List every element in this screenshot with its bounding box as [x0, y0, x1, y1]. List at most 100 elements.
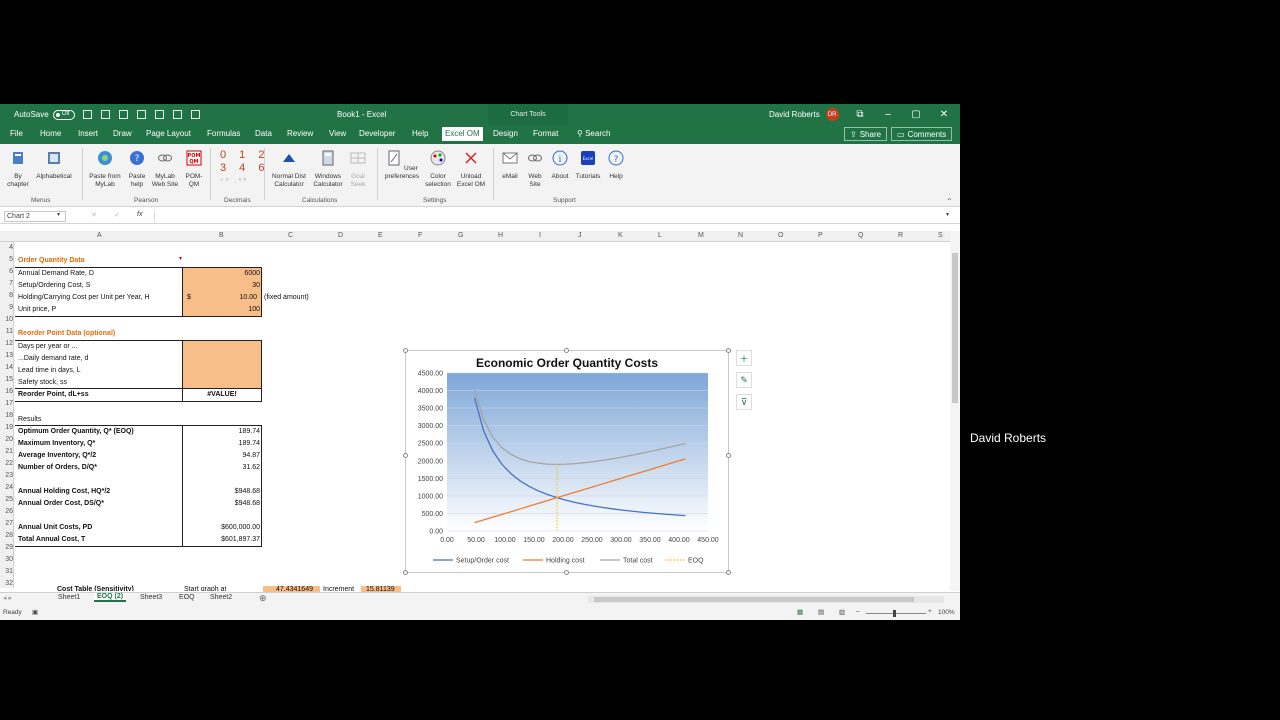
row-header[interactable]: 4 [0, 244, 13, 251]
pom-qm-button[interactable]: POM QM POM- QM [183, 150, 205, 189]
paste-mylab-button[interactable]: Paste from MyLab [86, 150, 124, 189]
cell-a21[interactable]: Average Inventory, Q*/2 [18, 450, 96, 461]
column-header[interactable]: E [378, 232, 383, 239]
cell-b25[interactable]: $948.68 [183, 498, 260, 509]
cell-b32[interactable]: Start graph at [184, 585, 226, 591]
eoq-chart[interactable]: Economic Order Quantity Costs 0.00 500.00… [403, 348, 731, 575]
column-header[interactable]: K [618, 232, 623, 239]
cell-b28[interactable]: $601,897.37 [183, 534, 260, 545]
results-label[interactable]: Results [18, 414, 41, 425]
sheet-tab-sheet3[interactable]: Sheet3 [140, 594, 162, 601]
cancel-icon[interactable]: ✕ [91, 211, 97, 219]
resize-handle[interactable] [403, 570, 408, 575]
row-header[interactable]: 27 [0, 520, 13, 527]
cell-a15[interactable]: Safety stock, ss [18, 377, 67, 388]
cell-a8[interactable]: Holding/Carrying Cost per Unit per Year,… [18, 292, 150, 303]
resize-handle[interactable] [726, 570, 731, 575]
row-header[interactable]: 17 [0, 400, 13, 407]
row-header[interactable]: 7 [0, 280, 13, 287]
tab-design[interactable]: Design [493, 129, 518, 138]
account[interactable]: David Roberts DR [769, 104, 839, 125]
zoom-slider-thumb[interactable] [893, 610, 896, 617]
new-file-icon[interactable] [155, 110, 164, 119]
order-quantity-header[interactable]: Order Quantity Data [18, 255, 85, 266]
row-header[interactable]: 24 [0, 484, 13, 491]
page-layout-view-icon[interactable]: ▤ [818, 608, 824, 616]
tab-data[interactable]: Data [255, 129, 272, 138]
cell-a9[interactable]: Unit price, P [18, 304, 56, 315]
name-box-dropdown-icon[interactable]: ▾ [57, 211, 60, 218]
brush-icon[interactable]: ✎ [736, 372, 752, 388]
cell-b6[interactable]: 6000 [183, 268, 260, 279]
column-header[interactable]: R [898, 232, 903, 239]
column-header[interactable]: C [288, 232, 293, 239]
cell-b16[interactable]: #VALUE! [183, 389, 261, 400]
autosave-toggle[interactable]: Off [52, 109, 75, 120]
vertical-scrollbar[interactable] [950, 231, 960, 591]
normal-dist-button[interactable]: Normal Dist Calculator [268, 150, 310, 189]
horizontal-scrollbar[interactable] [588, 596, 944, 603]
sheet-tab-eoq-2[interactable]: EOQ (2) [94, 593, 127, 602]
collapse-ribbon-icon[interactable]: ⌃ [946, 197, 953, 206]
cell-c32[interactable]: 47.4341649 [276, 585, 313, 591]
insert-function-button[interactable]: fx [137, 211, 142, 218]
column-header[interactable]: N [738, 232, 743, 239]
resize-handle[interactable] [403, 348, 408, 353]
tab-scroll-left-icon[interactable]: ◂ ▸ [3, 594, 12, 602]
sheet-tab-sheet1[interactable]: Sheet1 [58, 594, 80, 601]
tab-view[interactable]: View [329, 129, 346, 138]
zoom-slider[interactable] [866, 610, 926, 617]
mylab-website-button[interactable]: MyLab Web Site [149, 150, 181, 189]
paste-help-button[interactable]: ? Paste help [126, 150, 148, 189]
close-button[interactable]: ✕ [930, 109, 958, 120]
row-header[interactable]: 15 [0, 376, 13, 383]
tab-excel-om[interactable]: Excel OM [442, 127, 483, 141]
column-header[interactable]: D [338, 232, 343, 239]
enter-icon[interactable]: ✓ [114, 211, 120, 219]
windows-calculator-button[interactable]: Windows Calculator [311, 150, 345, 189]
sheet-tab-eoq[interactable]: EOQ [179, 594, 195, 601]
cell-a7[interactable]: Setup/Ordering Cost, S [18, 280, 90, 291]
formula-input[interactable] [154, 211, 946, 222]
tab-draw[interactable]: Draw [113, 129, 132, 138]
h-scroll-thumb[interactable] [594, 597, 914, 602]
cell-a13[interactable]: ...Daily demand rate, d [18, 353, 88, 364]
cell-e32[interactable]: 15.81139 [366, 585, 395, 591]
filter-icon[interactable]: ⊽ [736, 394, 752, 410]
cell-b19[interactable]: 189.74 [183, 426, 260, 437]
row-header[interactable]: 26 [0, 508, 13, 515]
row-header[interactable]: 6 [0, 268, 13, 275]
column-header[interactable]: H [498, 232, 503, 239]
row-header[interactable]: 18 [0, 412, 13, 419]
row-header[interactable]: 28 [0, 532, 13, 539]
tab-help[interactable]: Help [412, 129, 428, 138]
zoom-level[interactable]: 100% [938, 609, 955, 616]
email-button[interactable]: eMail [498, 150, 522, 181]
cell-b21[interactable]: 94.87 [183, 450, 260, 461]
row-header[interactable]: 19 [0, 424, 13, 431]
comments-button[interactable]: ▭ Comments [891, 127, 953, 141]
print-preview-icon[interactable] [191, 110, 200, 119]
cell-b27[interactable]: $600,000.00 [183, 522, 260, 533]
cell-d32[interactable]: Increment [323, 585, 354, 591]
row-header[interactable]: 8 [0, 292, 13, 299]
page-break-view-icon[interactable]: ▥ [839, 608, 845, 616]
ribbon-display-button[interactable]: ⧉ [846, 109, 874, 120]
row-header[interactable]: 13 [0, 352, 13, 359]
cell-b7[interactable]: 30 [183, 280, 260, 291]
cell-a25[interactable]: Annual Order Cost, DS/Q* [18, 498, 104, 509]
normal-view-icon[interactable]: ▦ [797, 608, 803, 616]
row-header[interactable]: 29 [0, 544, 13, 551]
minimize-button[interactable]: – [874, 109, 902, 120]
row-header[interactable]: 16 [0, 388, 13, 395]
maximize-button[interactable]: ▢ [902, 109, 930, 120]
cell-b22[interactable]: 31.62 [183, 462, 260, 473]
cell-a19[interactable]: Optimum Order Quantity, Q* (EOQ) [18, 426, 134, 437]
column-header[interactable]: G [458, 232, 463, 239]
cell-a20[interactable]: Maximum Inventory, Q* [18, 438, 95, 449]
tab-page-layout[interactable]: Page Layout [146, 129, 191, 138]
macro-record-icon[interactable]: ▣ [32, 608, 38, 616]
screenshot-icon[interactable] [137, 110, 146, 119]
plus-icon[interactable]: ＋ [736, 350, 752, 366]
alphabetical-button[interactable]: Alphabetical [33, 150, 75, 181]
